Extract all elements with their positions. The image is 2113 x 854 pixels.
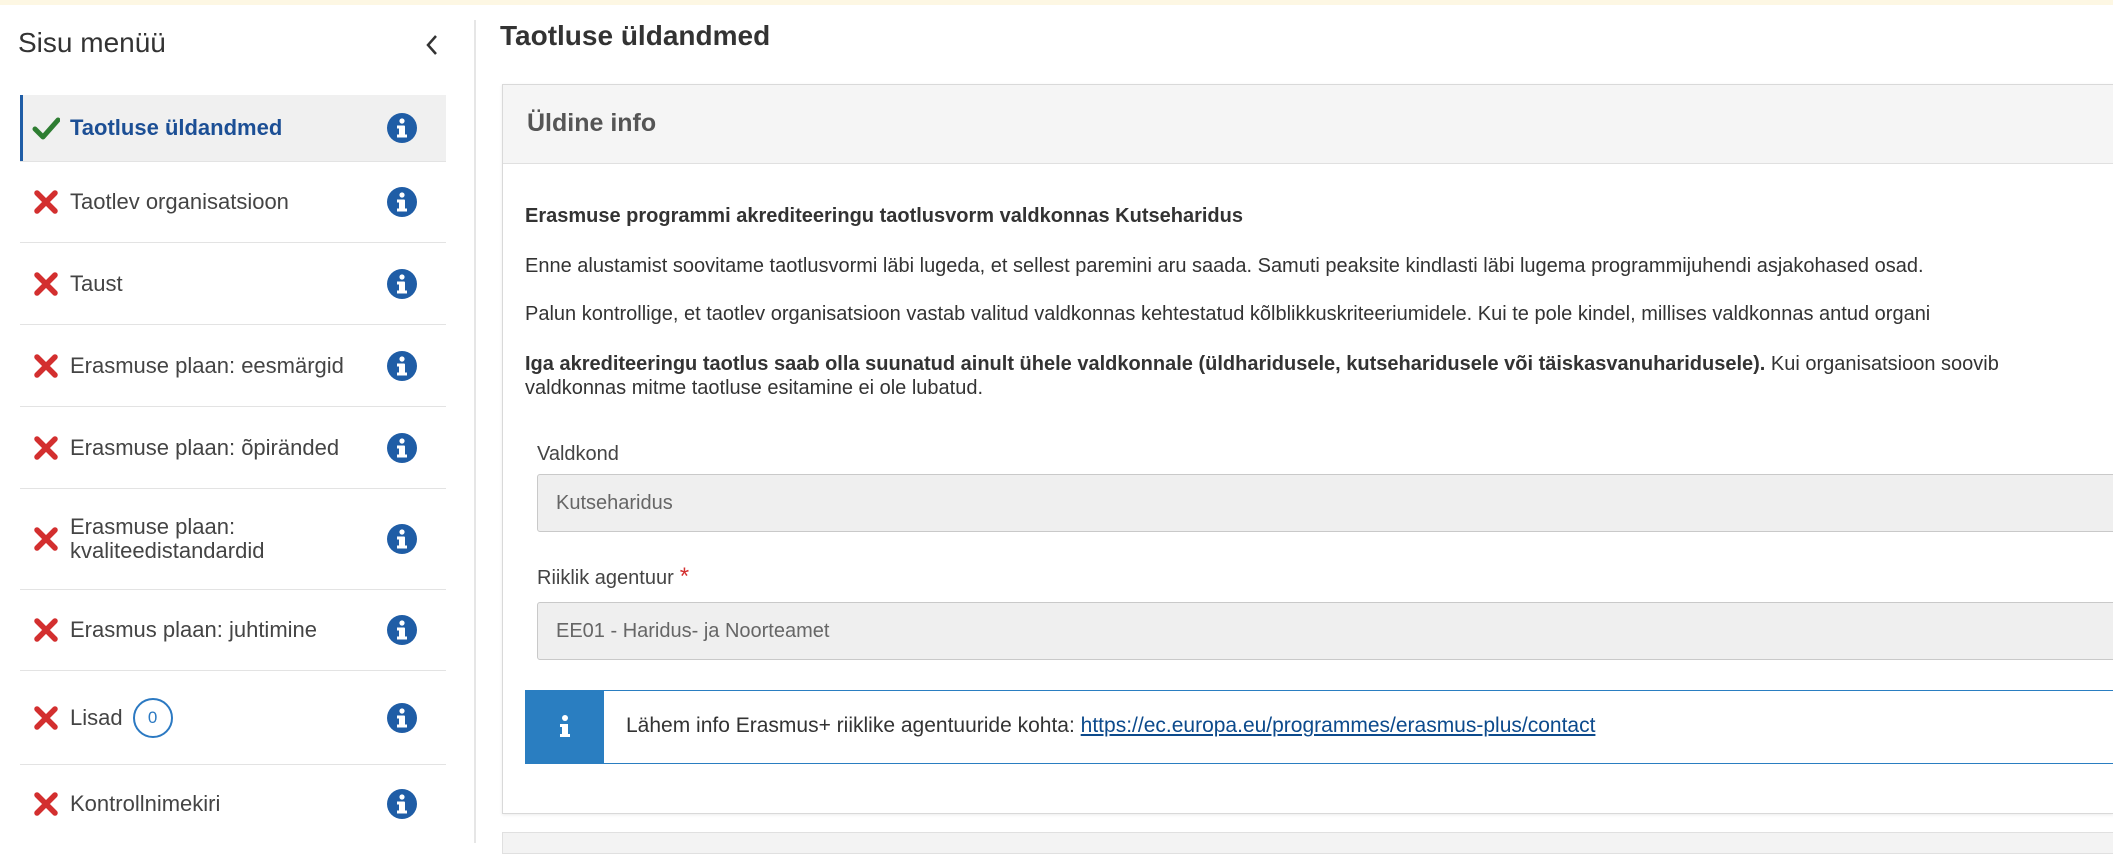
- sidebar-item-taotlev-organisatsioon[interactable]: Taotlev organisatsioon: [20, 162, 446, 243]
- agencies-contact-link[interactable]: https://ec.europa.eu/programmes/erasmus-…: [1081, 714, 1596, 737]
- chevron-left-icon: [426, 35, 437, 55]
- cross-icon: [34, 527, 58, 551]
- cross-icon: [34, 190, 58, 214]
- riiklik-agentuur-field[interactable]: EE01 - Haridus- ja Noorteamet: [537, 602, 2113, 660]
- info-callout-stripe: [526, 691, 604, 763]
- sidebar-divider: [474, 20, 476, 843]
- sidebar-item-taust[interactable]: Taust: [20, 243, 446, 325]
- sidebar-item-opirandes[interactable]: Erasmuse plaan: õpiränded: [20, 407, 446, 489]
- sidebar-item-label: Erasmus plaan: juhtimine: [70, 617, 318, 642]
- info-icon[interactable]: [386, 350, 418, 382]
- panel-header[interactable]: Üldine info: [503, 85, 2113, 164]
- riiklik-agentuur-label-text: Riiklik agentuur: [537, 567, 674, 589]
- field-label-riiklik-agentuur: Riiklik agentuur *: [537, 563, 689, 591]
- single-field-rest: Kui organisatsioon soovib: [1765, 353, 1999, 375]
- sidebar-item-label: Erasmuse plaan: õpiränded: [70, 434, 340, 460]
- sidebar-item-label-line1: Erasmuse plaan:: [70, 514, 236, 539]
- cross-icon: [34, 792, 58, 816]
- info-icon[interactable]: [386, 702, 418, 734]
- field-label-valdkond: Valdkond: [537, 443, 619, 465]
- single-field-paragraph-line2: valdkonnas mitme taotluse esitamine ei o…: [525, 377, 984, 399]
- sidebar-item-lisad[interactable]: Lisad 0: [20, 671, 446, 765]
- sidebar-item-label: Kontrollnimekiri: [70, 791, 221, 816]
- sidebar-item-label-wrap: Lisad 0: [70, 697, 173, 738]
- sidebar-item-label: Lisad: [70, 704, 123, 730]
- sidebar-item-eesmargid[interactable]: Erasmuse plaan: eesmärgid: [20, 325, 446, 407]
- sidebar-item-juhtimine[interactable]: Erasmus plaan: juhtimine: [20, 590, 446, 671]
- next-panel-edge: [502, 832, 2113, 854]
- info-callout: Lähem info Erasmus+ riiklike agentuuride…: [525, 690, 2113, 764]
- required-asterisk: *: [679, 563, 690, 590]
- cross-icon: [34, 618, 58, 642]
- valdkond-field[interactable]: Kutseharidus: [537, 474, 2113, 532]
- checkmark-icon: [32, 117, 60, 140]
- riiklik-agentuur-value: EE01 - Haridus- ja Noorteamet: [556, 620, 830, 642]
- sidebar-nav-list: Taotluse üldandmed Taotlev organisatsioo…: [20, 95, 446, 843]
- sidebar-item-kvaliteedistandardid[interactable]: Erasmuse plaan: kvaliteedistandardid: [20, 489, 446, 590]
- attachments-count-badge: 0: [132, 697, 173, 738]
- page-title: Taotluse üldandmed: [500, 20, 771, 51]
- info-i-icon: [560, 715, 570, 737]
- info-icon[interactable]: [386, 432, 418, 464]
- sidebar-item-taotluse-uldandmed[interactable]: Taotluse üldandmed: [20, 95, 446, 162]
- intro-paragraph: Enne alustamist soovitame taotlusvormi l…: [525, 255, 1924, 277]
- general-info-panel: Üldine info Erasmuse programmi akreditee…: [502, 84, 2113, 814]
- collapse-sidebar-button[interactable]: [418, 27, 446, 63]
- info-icon[interactable]: [386, 112, 418, 144]
- sidebar-item-label: Taotlev organisatsioon: [70, 189, 289, 214]
- sidebar-title: Sisu menüü: [18, 27, 166, 58]
- panel-header-title: Üldine info: [527, 109, 657, 137]
- info-icon[interactable]: [386, 523, 418, 555]
- sidebar-item-label: Taust: [70, 270, 123, 296]
- form-heading: Erasmuse programmi akrediteeringu taotlu…: [525, 205, 1243, 227]
- info-icon[interactable]: [386, 614, 418, 646]
- sidebar-item-label: Taotluse üldandmed: [70, 115, 283, 140]
- content-menu-sidebar: Sisu menüü Taotluse üldandmed Taotlev or…: [0, 5, 474, 843]
- info-icon[interactable]: [386, 268, 418, 300]
- cross-icon: [34, 271, 58, 296]
- sidebar-item-label-line2: kvaliteedistandardid: [70, 538, 265, 563]
- info-callout-text: Lähem info Erasmus+ riiklike agentuuride…: [626, 714, 1595, 738]
- cross-icon: [34, 353, 58, 378]
- valdkond-value: Kutseharidus: [556, 492, 673, 514]
- info-callout-prefix: Lähem info Erasmus+ riiklike agentuuride…: [626, 714, 1081, 737]
- sidebar-item-label: Erasmuse plaan: kvaliteedistandardid: [70, 515, 264, 563]
- cross-icon: [34, 705, 58, 730]
- sidebar-item-kontrollnimekiri[interactable]: Kontrollnimekiri: [20, 765, 446, 843]
- single-field-paragraph: Iga akrediteeringu taotlus saab olla suu…: [525, 353, 1999, 376]
- eligibility-paragraph: Palun kontrollige, et taotlev organisats…: [525, 303, 1931, 325]
- info-icon[interactable]: [386, 186, 418, 218]
- single-field-bold: Iga akrediteeringu taotlus saab olla suu…: [525, 353, 1766, 375]
- sidebar-item-label: Erasmuse plaan: eesmärgid: [70, 352, 344, 378]
- info-icon[interactable]: [386, 788, 418, 820]
- cross-icon: [34, 435, 58, 460]
